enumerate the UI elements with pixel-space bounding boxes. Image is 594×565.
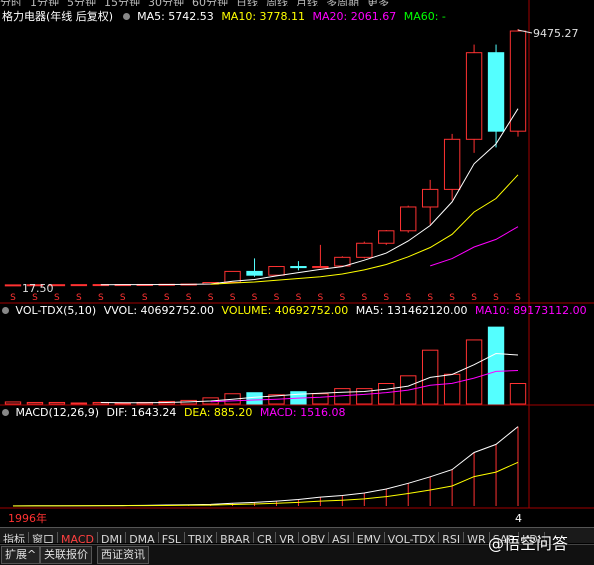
volume-value: VOLUME: 40692752.00 xyxy=(221,304,349,317)
indicator-tab[interactable]: EMV xyxy=(354,532,385,543)
signal-marker: S xyxy=(230,293,236,303)
macd-header: MACD(12,26,9) DIF: 1643.24 DEA: 885.20 M… xyxy=(2,406,346,419)
candle-up xyxy=(4,284,22,287)
signal-marker: S xyxy=(186,293,192,303)
indicator-tab[interactable]: CR xyxy=(254,532,277,543)
candle-up xyxy=(378,230,395,244)
signal-marker: S xyxy=(515,293,521,303)
indicator-tab[interactable]: BRAR xyxy=(217,532,255,543)
candle-up xyxy=(509,30,527,132)
vvol-value: VVOL: 40692752.00 xyxy=(103,304,215,317)
volume-bar xyxy=(509,383,527,405)
signal-marker: S xyxy=(405,293,411,303)
signal-marker: S xyxy=(427,293,433,303)
dea-value: DEA: 885.20 xyxy=(183,406,253,419)
dot-icon xyxy=(122,13,130,20)
signal-marker: S xyxy=(296,293,302,303)
candle-up xyxy=(465,52,483,140)
indicator-tab[interactable]: 窗口 xyxy=(29,532,58,543)
indicator-tab[interactable]: OBV xyxy=(299,532,329,543)
volume-bar xyxy=(312,393,329,405)
signal-marker: S xyxy=(76,293,82,303)
signal-marker: S xyxy=(98,293,104,303)
volume-bar xyxy=(443,373,461,405)
signal-marker: S xyxy=(449,293,455,303)
signal-marker: S xyxy=(493,293,499,303)
ma20-value: MA20: 2061.67 xyxy=(312,10,397,23)
vol-header: VOL-TDX(5,10) VVOL: 40692752.00 VOLUME: … xyxy=(2,304,587,317)
signal-marker: S xyxy=(208,293,214,303)
indicator-tab[interactable]: TRIX xyxy=(185,532,218,543)
main-header: 格力电器(年线 后复权) MA5: 5742.53 MA10: 3778.11 … xyxy=(2,10,446,23)
signal-marker: S xyxy=(318,293,324,303)
candle-down xyxy=(290,266,307,269)
ma20-line xyxy=(430,226,519,267)
candle-up xyxy=(356,242,373,258)
candle-up xyxy=(400,206,417,232)
signal-marker: S xyxy=(361,293,367,303)
candle-up xyxy=(443,138,461,190)
expand-button[interactable]: 扩展^ xyxy=(1,546,41,564)
axis-end-label: 4 xyxy=(515,512,522,525)
dea-line xyxy=(12,461,519,507)
candle-up xyxy=(268,266,285,276)
indicator-tab[interactable]: WR xyxy=(464,532,490,543)
ma5-line xyxy=(100,108,519,286)
signal-marker: S xyxy=(120,293,126,303)
related-quote-button[interactable]: 关联报价 xyxy=(40,546,92,564)
signal-marker: S xyxy=(274,293,280,303)
volume-bar xyxy=(48,401,66,405)
candle-up xyxy=(70,284,88,287)
news-button[interactable]: 西证资讯 xyxy=(97,546,149,564)
ma5-value: MA5: 5742.53 xyxy=(137,10,214,23)
low-price-label: 17.50 xyxy=(22,282,54,295)
volume-bar xyxy=(487,326,505,405)
stock-chart-window: 分时1分钟5分钟15分钟30分钟60分钟日线周线月线多周期更多 SSSSSSSS… xyxy=(0,0,594,565)
indicator-tab[interactable]: VR xyxy=(276,532,299,543)
vol-title: VOL-TDX(5,10) xyxy=(15,304,97,317)
vol-ma5-value: MA5: 131462120.00 xyxy=(355,304,468,317)
volume-bar xyxy=(70,402,88,405)
ma60-value: MA60: - xyxy=(403,10,446,23)
dot-icon xyxy=(2,307,9,314)
ma10-value: MA10: 3778.11 xyxy=(221,10,306,23)
candle-down xyxy=(246,270,263,276)
ma10-line xyxy=(210,174,519,285)
volume-bar xyxy=(26,401,44,405)
indicator-tab[interactable]: DMA xyxy=(126,532,159,543)
signal-marker: S xyxy=(142,293,148,303)
vol-ma10-value: MA10: 89173112.00 xyxy=(474,304,587,317)
dot-icon xyxy=(2,409,9,416)
signal-marker: S xyxy=(471,293,477,303)
stock-title: 格力电器(年线 后复权) xyxy=(2,10,114,23)
signal-marker: S xyxy=(383,293,389,303)
watermark: @悟空问答 xyxy=(488,534,569,553)
indicator-tab[interactable]: FSL xyxy=(159,532,185,543)
signal-marker: S xyxy=(339,293,345,303)
signal-marker: S xyxy=(54,293,60,303)
axis-start-label: 1996年 xyxy=(8,512,47,525)
signal-marker: S xyxy=(252,293,258,303)
indicator-tab[interactable]: RSI xyxy=(439,532,465,543)
indicator-tab[interactable]: 指标 xyxy=(0,532,29,543)
dif-value: DIF: 1643.24 xyxy=(106,406,177,419)
volume-bar xyxy=(465,339,483,405)
macd-title: MACD(12,26,9) xyxy=(15,406,100,419)
indicator-tab[interactable]: DMI xyxy=(98,532,127,543)
signal-marker: S xyxy=(164,293,170,303)
indicator-tab[interactable]: MACD xyxy=(58,532,98,543)
chart-canvas[interactable]: SSSSSSSSSSSSSSSSSSSSSSSS xyxy=(0,0,594,527)
dif-line xyxy=(12,426,519,507)
signal-marker: S xyxy=(10,293,16,303)
volume-bar xyxy=(246,392,263,405)
candle-up xyxy=(421,188,439,208)
candle-down xyxy=(487,52,505,132)
indicator-tab[interactable]: ASI xyxy=(329,532,354,543)
high-price-label: 9475.27 xyxy=(533,27,579,40)
candle-up xyxy=(312,266,329,269)
macd-value: MACD: 1516.08 xyxy=(259,406,346,419)
volume-bar xyxy=(378,383,395,405)
volume-bar xyxy=(4,401,22,405)
indicator-tab[interactable]: VOL-TDX xyxy=(385,532,440,543)
